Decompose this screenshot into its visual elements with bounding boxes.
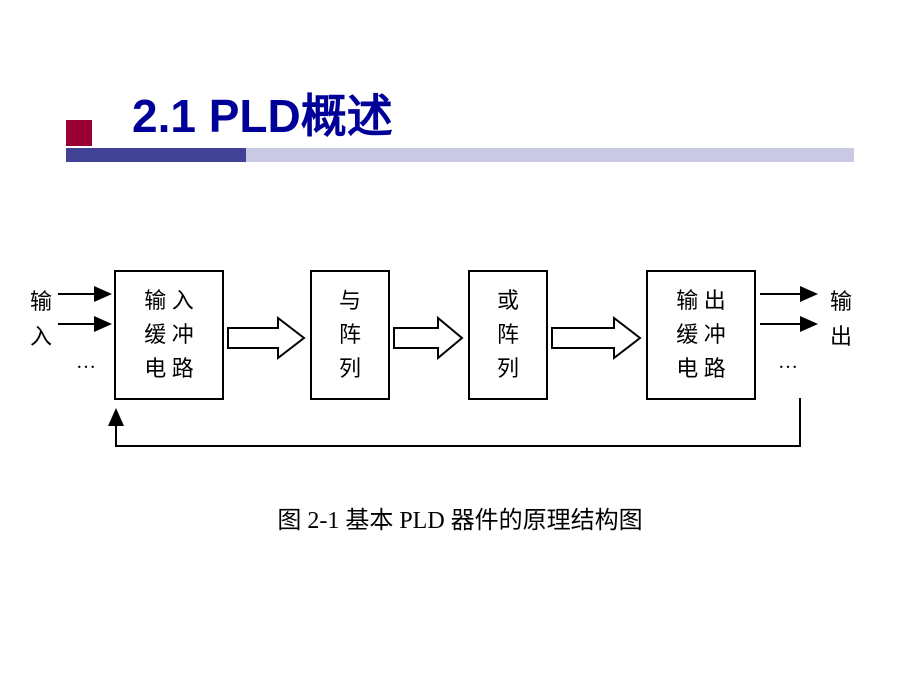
box-input-buffer: 输 入 缓 冲 电 路 xyxy=(114,270,224,400)
input-label-char2: 入 xyxy=(30,319,52,354)
input-label-char1: 输 xyxy=(30,284,52,319)
slide-title-area: 2.1 PLD概述 xyxy=(0,80,920,146)
output-ellipsis: … xyxy=(778,351,798,373)
figure-caption: 图 2-1 基本 PLD 器件的原理结构图 xyxy=(0,500,920,535)
output-label-char1: 输 xyxy=(830,284,852,319)
box4-line3: 电 路 xyxy=(676,352,726,386)
box1-line3: 电 路 xyxy=(144,352,194,386)
box4-line2: 缓 冲 xyxy=(676,318,726,352)
box2-line1: 与 xyxy=(339,284,361,318)
input-arrows: … xyxy=(58,288,118,382)
output-arrows: … xyxy=(760,288,824,382)
box3-line1: 或 xyxy=(497,284,519,318)
output-label-char2: 出 xyxy=(830,319,852,354)
box1-line2: 缓 冲 xyxy=(144,318,194,352)
box-output-buffer: 输 出 缓 冲 电 路 xyxy=(646,270,756,400)
box2-line2: 阵 xyxy=(339,318,361,352)
pld-diagram: 输 入 … 输 入 缓 冲 电 路 与 阵 列 或 阵 列 xyxy=(30,260,890,520)
box4-line1: 输 出 xyxy=(676,284,726,318)
input-ellipsis: … xyxy=(76,351,96,373)
feedback-line xyxy=(110,398,810,458)
title-bar: 2.1 PLD概述 xyxy=(0,80,920,146)
accent-square-icon xyxy=(66,120,92,146)
box-and-array: 与 阵 列 xyxy=(310,270,390,400)
input-label: 输 入 xyxy=(30,284,52,354)
box1-line1: 输 入 xyxy=(144,284,194,318)
box3-line2: 阵 xyxy=(497,318,519,352)
arrow-1 xyxy=(228,318,306,358)
output-label: 输 出 xyxy=(830,284,852,354)
box3-line3: 列 xyxy=(497,352,519,386)
box2-line3: 列 xyxy=(339,352,361,386)
underline-dark xyxy=(66,148,246,162)
underline-light xyxy=(246,148,854,162)
title-underline xyxy=(66,148,854,162)
arrow-3 xyxy=(552,318,642,358)
slide-title: 2.1 PLD概述 xyxy=(132,80,393,146)
box-or-array: 或 阵 列 xyxy=(468,270,548,400)
arrow-2 xyxy=(394,318,464,358)
